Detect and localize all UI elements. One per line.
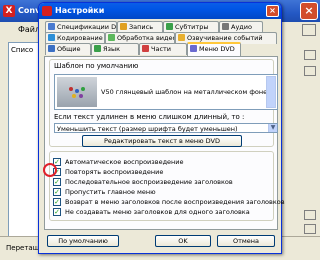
tab-dvd-menu[interactable]: Меню DVD — [187, 42, 241, 56]
checkbox-label: Возврат в меню заголовков после воспроиз… — [65, 198, 285, 206]
dialog-titlebar: Настройки × — [39, 3, 281, 19]
checkbox-label: Автоматическое воспроизведение — [65, 158, 184, 166]
long-text-option: Уменьшить текст (размер шрифта будет уме… — [57, 125, 238, 133]
video-processing-icon — [108, 34, 115, 41]
template-label: Шаблон по умолчанию — [54, 62, 139, 70]
checkbox-mark[interactable]: ✓ — [53, 198, 61, 206]
dvd-menu-panel: Шаблон по умолчанию V50 глянцевый шаблон… — [44, 56, 285, 230]
long-text-label: Если текст удлинен в меню слишком длинны… — [54, 113, 245, 121]
chevron-down-icon[interactable]: ▼ — [268, 124, 277, 132]
parts-icon — [142, 45, 149, 52]
checkbox-label: Пропустить главное меню — [65, 188, 156, 196]
checkbox-mark[interactable]: ✓ — [53, 208, 61, 216]
checkbox-mark[interactable]: ✓ — [53, 178, 61, 186]
checkbox-label: Не создавать меню заголовков для одного … — [65, 208, 250, 216]
dialog-app-icon — [42, 6, 52, 16]
event-sounds-icon — [178, 34, 185, 41]
background-close-icon[interactable]: × — [300, 2, 318, 20]
app-logo-icon: X — [3, 5, 15, 17]
dvd-icon — [48, 23, 55, 30]
checkbox-label: Последовательное воспроизведение заголов… — [65, 178, 233, 186]
burn-icon — [120, 23, 127, 30]
template-selector[interactable]: V50 глянцевый шаблон на металлическом фо… — [54, 74, 278, 110]
template-name: V50 глянцевый шаблон на металлическом фо… — [101, 88, 269, 96]
background-control[interactable] — [304, 210, 316, 220]
template-thumbnail — [57, 77, 97, 107]
tab-general[interactable]: Общие — [45, 43, 91, 55]
dvd-menu-icon — [190, 45, 197, 52]
edit-menu-text-button[interactable]: Редактировать текст в меню DVD — [82, 135, 242, 147]
default-button[interactable]: По умолчанию — [47, 235, 119, 247]
audio-icon — [222, 23, 229, 30]
background-control[interactable] — [304, 50, 316, 60]
cancel-button[interactable]: Отмена — [217, 235, 275, 247]
highlight-circle — [43, 163, 57, 177]
ok-button[interactable]: OK — [155, 235, 211, 247]
checkbox-mark[interactable]: ✓ — [53, 188, 61, 196]
template-preview-icon — [69, 87, 85, 98]
menu-file[interactable]: Файл — [18, 25, 40, 34]
settings-dialog: Настройки × Спецификации DVD Запись Субт… — [38, 2, 285, 254]
tab-language[interactable]: Язык — [91, 43, 139, 55]
background-title: Conv — [18, 6, 41, 15]
background-status-text: Перетащ — [6, 244, 40, 252]
dialog-close-icon[interactable]: × — [266, 5, 279, 17]
checkbox-label: Повторять воспроизведение — [65, 168, 164, 176]
menu-settings-group: Шаблон по умолчанию V50 глянцевый шаблон… — [49, 59, 278, 147]
tab-parts[interactable]: Части — [139, 43, 187, 55]
background-control[interactable] — [304, 224, 316, 234]
language-icon — [94, 45, 101, 52]
subtitles-icon — [166, 23, 173, 30]
dialog-title: Настройки — [55, 6, 105, 15]
background-right-button[interactable] — [302, 24, 316, 36]
long-text-select[interactable]: Уменьшить текст (размер шрифта будет уме… — [54, 123, 278, 133]
general-icon — [48, 45, 55, 52]
template-scroll-button[interactable] — [266, 76, 276, 108]
background-list-label: Списо — [11, 46, 34, 54]
background-control[interactable] — [304, 66, 316, 76]
encoding-icon — [48, 34, 55, 41]
